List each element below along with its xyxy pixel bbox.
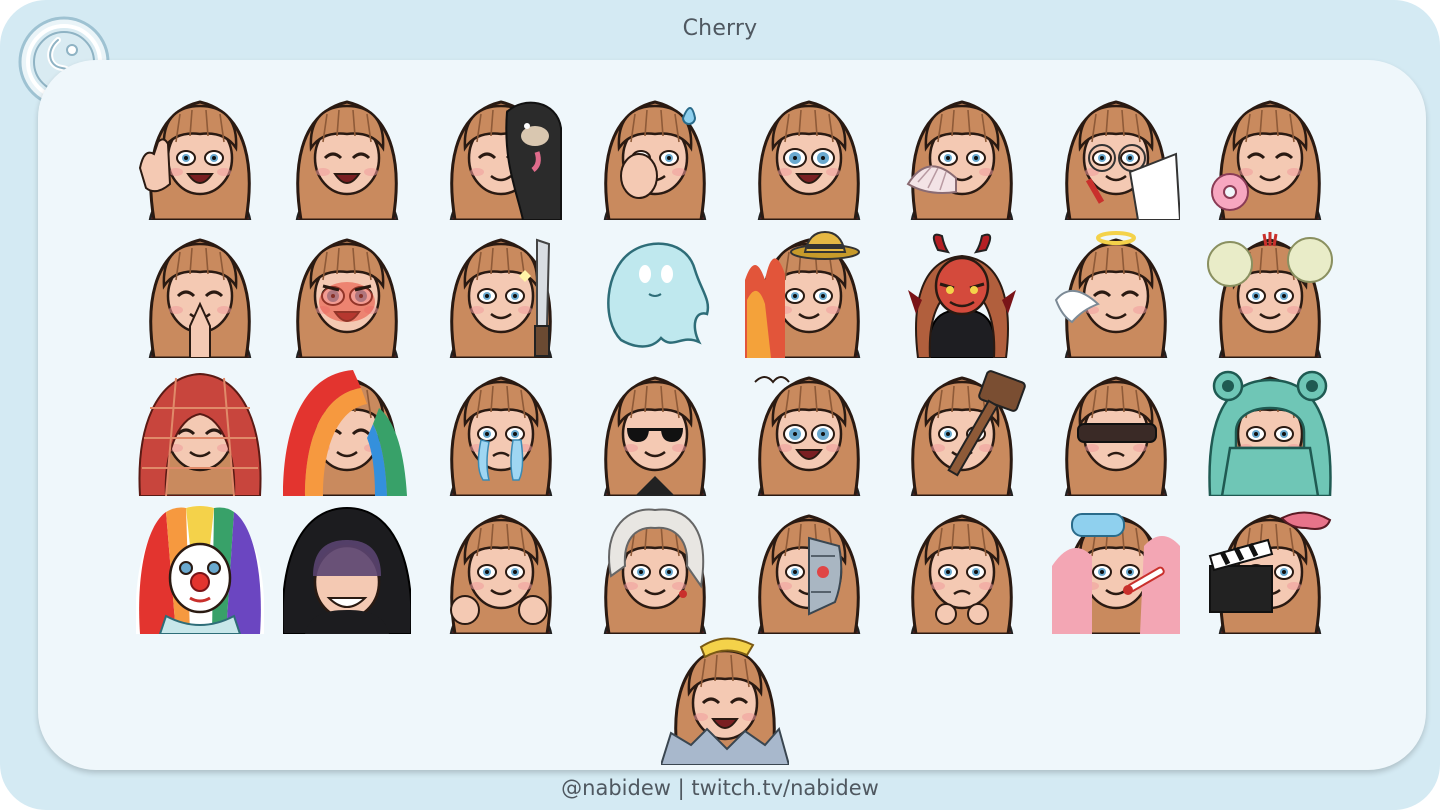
emote-art-icon xyxy=(757,100,861,220)
emote-art-icon xyxy=(908,233,1016,358)
emote-devil xyxy=(898,230,1026,358)
emote-sunglasses xyxy=(591,368,719,496)
emote-rainbow-blanket xyxy=(283,368,411,496)
emote-art-icon xyxy=(603,376,707,496)
emote-cyborg xyxy=(745,506,873,634)
emote-art-icon xyxy=(754,376,861,496)
emote-blanket-plaid xyxy=(136,368,264,496)
emote-art-icon xyxy=(906,100,1014,220)
emote-frog-hood xyxy=(1206,368,1334,496)
emote-wave xyxy=(136,92,264,220)
creator-credit: @nabidew | twitch.tv/nabidew xyxy=(561,776,879,800)
emote-art-icon xyxy=(607,242,710,348)
emote-hammer xyxy=(898,368,1026,496)
emote-blindfold xyxy=(1052,368,1180,496)
emote-art-icon xyxy=(295,100,399,220)
emote-surprised xyxy=(745,92,873,220)
emote-donut xyxy=(1206,92,1334,220)
emote-ghost xyxy=(591,230,719,358)
emote-art-icon xyxy=(1208,511,1332,634)
emote-art-icon xyxy=(138,100,252,220)
emote-sick-thermometer xyxy=(1052,506,1180,634)
emote-nervous xyxy=(898,506,1026,634)
emote-cheerleader xyxy=(1206,230,1334,358)
emote-banana-trash xyxy=(661,637,789,765)
emote-glasses-notes xyxy=(1052,92,1180,220)
emote-art-icon xyxy=(283,370,407,496)
emote-art-icon xyxy=(1052,513,1180,634)
emote-art-icon xyxy=(1208,370,1332,496)
emote-art-icon xyxy=(295,238,399,358)
emote-art-icon xyxy=(1054,231,1168,358)
emote-clapperboard xyxy=(1206,506,1334,634)
emote-art-icon xyxy=(910,514,1014,634)
emote-art-icon xyxy=(138,372,262,496)
emote-art-icon xyxy=(661,637,789,765)
emote-art-icon xyxy=(603,508,707,634)
emote-art-icon xyxy=(449,514,553,634)
emote-art-icon xyxy=(910,370,1026,496)
emote-fire-hat xyxy=(745,230,873,358)
emote-hug-dog xyxy=(437,92,565,220)
emote-art-icon xyxy=(603,100,707,220)
emote-sheet-frame: Cherry @nabidew | twitch.tv/nabidew xyxy=(0,0,1440,810)
emote-fists xyxy=(437,506,565,634)
emote-art-icon xyxy=(283,506,411,634)
emote-angel xyxy=(1052,230,1180,358)
emote-art-icon xyxy=(449,238,553,358)
emote-panic xyxy=(745,368,873,496)
emote-old-lady xyxy=(591,506,719,634)
emote-praying-smug xyxy=(136,230,264,358)
emote-art-icon xyxy=(449,376,553,496)
emote-art-icon xyxy=(1064,376,1168,496)
emote-clown xyxy=(136,506,264,634)
emote-knife xyxy=(437,230,565,358)
emote-seashell xyxy=(898,92,1026,220)
emote-crying xyxy=(437,368,565,496)
emote-art-icon xyxy=(745,230,861,358)
emote-art-icon xyxy=(136,506,264,634)
emote-art-icon xyxy=(1211,100,1322,220)
emote-laugh xyxy=(283,92,411,220)
emote-facepalm-sweat xyxy=(591,92,719,220)
sheet-title: Cherry xyxy=(682,16,758,41)
emote-art-icon xyxy=(449,100,562,220)
emote-art-icon xyxy=(757,514,861,634)
emote-hooded-dark xyxy=(283,506,411,634)
emote-angry-blush xyxy=(283,230,411,358)
emote-art-icon xyxy=(1064,100,1180,220)
emote-art-icon xyxy=(1207,232,1333,358)
emote-art-icon xyxy=(148,238,252,358)
